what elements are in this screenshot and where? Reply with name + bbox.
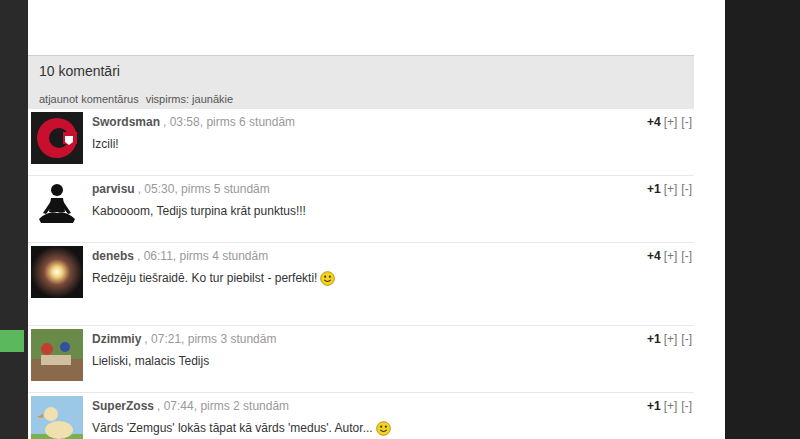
comment-count: 10 komentāri [39, 62, 694, 80]
score: +1 [647, 180, 661, 198]
vote-up-button[interactable]: [+] [664, 113, 678, 131]
vote-down-button[interactable]: [-] [681, 180, 692, 198]
smiley-icon [320, 271, 335, 286]
comment-text: Kaboooom, Tedijs turpina krāt punktus!!! [92, 203, 306, 219]
comment-text: Vārds 'Zemgus' lokās tāpat kā vārds 'med… [92, 420, 373, 436]
username[interactable]: SuperZoss [92, 397, 154, 415]
comment: Swordsman, 03:58, pirms 6 stundām +4[+][-… [28, 109, 694, 176]
comment-time: , 07:44, pirms 2 stundām [157, 397, 289, 415]
comment: SuperZoss, 07:44, pirms 2 stundām +1[+][-… [28, 393, 694, 439]
comment-text: Lieliski, malacis Tedijs [92, 353, 209, 369]
comment: Dzimmiy, 07:21, pirms 3 stundām +1[+][-] L… [28, 326, 694, 393]
comment: parvisu, 05:30, pirms 5 stundām +1[+][-] K… [28, 176, 694, 243]
comment-time: , 05:30, pirms 5 stundām [138, 180, 270, 198]
vote-down-button[interactable]: [-] [681, 330, 692, 348]
username[interactable]: denebs [92, 247, 134, 265]
comments-header: 10 komentāri atjaunot komentārus vispirms:… [28, 56, 694, 109]
right-ad[interactable] [725, 0, 800, 439]
left-ad[interactable] [0, 0, 28, 439]
score: +1 [647, 397, 661, 415]
avatar[interactable] [31, 179, 83, 231]
avatar[interactable] [31, 396, 83, 439]
header-link[interactable]: atjaunot komentārus [39, 92, 139, 106]
vote-down-button[interactable]: [-] [681, 113, 692, 131]
username[interactable]: parvisu [92, 180, 135, 198]
header-link[interactable]: vispirms: jaunākie [146, 92, 233, 106]
comment-time: , 07:21, pirms 3 stundām [144, 330, 276, 348]
vote-down-button[interactable]: [-] [681, 397, 692, 415]
vote-up-button[interactable]: [+] [664, 397, 678, 415]
username[interactable]: Swordsman [92, 113, 160, 131]
comment-time: , 03:58, pirms 6 stundām [163, 113, 295, 131]
vote-down-button[interactable]: [-] [681, 247, 692, 265]
comment-text: Izcili! [92, 136, 119, 152]
score: +1 [647, 330, 661, 348]
username[interactable]: Dzimmiy [92, 330, 141, 348]
comment-time: , 06:11, pirms 4 stundām [137, 247, 268, 265]
avatar[interactable] [31, 329, 83, 381]
vote-up-button[interactable]: [+] [664, 180, 678, 198]
score: +4 [647, 247, 661, 265]
avatar[interactable] [31, 112, 83, 164]
smiley-icon [376, 421, 391, 436]
avatar[interactable] [31, 246, 83, 298]
vote-up-button[interactable]: [+] [664, 247, 678, 265]
vote-up-button[interactable]: [+] [664, 330, 678, 348]
score: +4 [647, 113, 661, 131]
comment: denebs, 06:11, pirms 4 stundām +4[+][-] Re… [28, 243, 694, 326]
comment-text: Redzēju tiešraidē. Ko tur piebilst - per… [92, 270, 317, 286]
